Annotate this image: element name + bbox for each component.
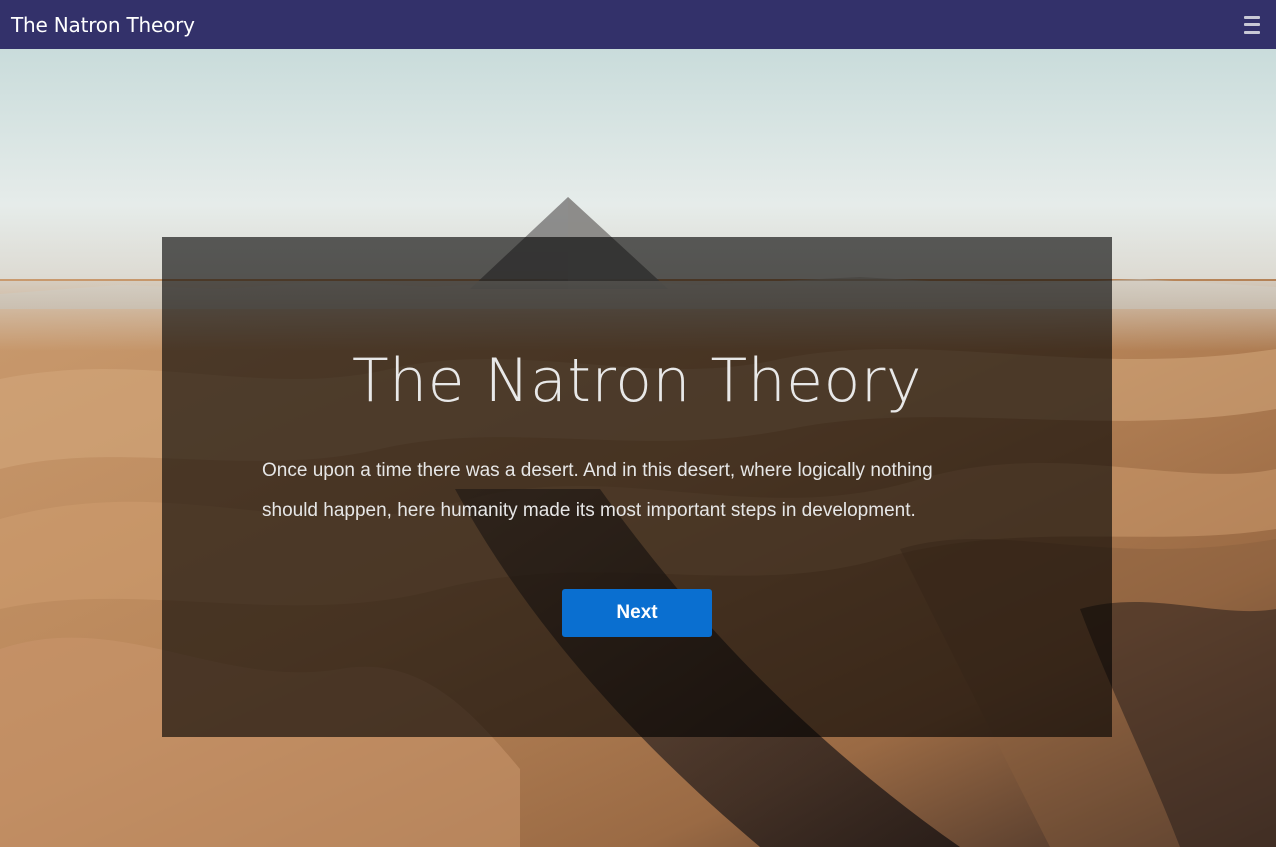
intro-panel: The Natron Theory Once upon a time there…: [162, 237, 1112, 737]
menu-line: [1244, 23, 1260, 26]
top-navigation-bar: The Natron Theory: [0, 0, 1276, 49]
hero-section: The Natron Theory Once upon a time there…: [0, 49, 1276, 847]
next-button[interactable]: Next: [562, 589, 712, 637]
hero-description: Once upon a time there was a desert. And…: [262, 460, 933, 521]
hamburger-menu-icon[interactable]: [1242, 15, 1262, 34]
menu-line: [1244, 15, 1260, 19]
menu-line: [1244, 30, 1260, 34]
hero-title: The Natron Theory: [352, 346, 922, 416]
site-title[interactable]: The Natron Theory: [11, 13, 195, 37]
